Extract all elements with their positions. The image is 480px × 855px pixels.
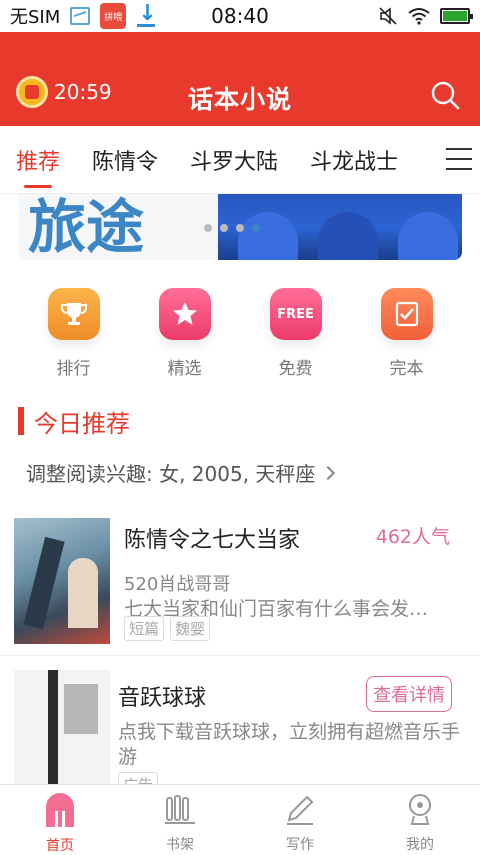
category-featured[interactable]: 精选	[129, 288, 240, 380]
star-icon	[158, 288, 211, 340]
book-popularity: 462人气	[375, 526, 450, 548]
category-label: 排行	[56, 359, 91, 379]
tab-recommend[interactable]: 推荐	[16, 126, 60, 194]
app-header: 20:59 话本小说	[0, 32, 480, 126]
tab-doulongzhanshi[interactable]: 斗龙战士	[310, 126, 398, 194]
home-icon	[42, 791, 78, 827]
nav-home[interactable]: 首页	[0, 785, 120, 854]
battery-level	[443, 11, 467, 21]
status-time: 08:40	[211, 4, 269, 28]
check-doc-icon	[380, 288, 433, 340]
category-completed[interactable]: 完本	[351, 288, 462, 380]
free-badge: FREE	[277, 306, 314, 322]
nav-label: 书架	[166, 837, 194, 853]
app-title: 话本小说	[187, 85, 292, 114]
section-accent-bar	[18, 407, 24, 435]
pager-dot	[236, 224, 244, 232]
quick-categories: 排行 精选 FREE 免费 完本	[0, 288, 480, 380]
pager-dot	[204, 224, 212, 232]
mute-icon	[378, 6, 398, 26]
nav-label: 首页	[46, 838, 74, 854]
ad-title: 音跃球球	[118, 686, 207, 711]
nav-write[interactable]: 写作	[240, 785, 360, 854]
ad-item[interactable]: 音跃球球 查看详情 点我下载音跃球球，立刻拥有超燃音乐手游 广告	[0, 660, 480, 784]
banner-art-left: 旅途	[18, 194, 218, 260]
battery-icon	[440, 8, 473, 24]
book-item[interactable]: 陈情令之七大当家 462人气 520肖战哥哥 七大当家和仙门百家有什么事会发… …	[0, 516, 480, 656]
view-details-button[interactable]: 查看详情	[366, 676, 452, 712]
banner-pager	[204, 224, 260, 232]
bookshelf-icon	[162, 791, 198, 826]
free-tag-icon: FREE	[269, 288, 322, 340]
nav-label: 写作	[286, 837, 314, 853]
ad-description: 点我下载音跃球球，立刻拥有超燃音乐手游	[118, 721, 461, 768]
book-title: 陈情令之七大当家	[124, 528, 301, 553]
user-icon	[402, 791, 438, 826]
book-tags: 短篇 魏婴	[124, 616, 211, 641]
category-label: 完本	[389, 359, 424, 379]
nav-label: 我的	[406, 837, 434, 853]
ad-tags: 广告	[118, 772, 159, 784]
bottom-navigation: 首页 书架 写作 我的	[0, 784, 480, 854]
nav-bookshelf[interactable]: 书架	[120, 785, 240, 854]
book-tag: 魏婴	[170, 616, 211, 641]
chevron-right-icon	[321, 465, 336, 480]
book-cover	[14, 518, 110, 644]
search-icon[interactable]	[430, 80, 460, 110]
book-author: 520肖战哥哥	[124, 574, 231, 595]
ad-cover	[14, 670, 110, 784]
status-bar: 无SIM 拼喂 08:40	[0, 0, 480, 32]
pager-dot	[220, 224, 228, 232]
section-title: 今日推荐	[34, 409, 130, 438]
pager-dot-active	[252, 224, 260, 232]
banner-text: 旅途	[28, 194, 145, 260]
ad-tag: 广告	[118, 772, 159, 784]
trophy-icon	[47, 288, 100, 340]
tab-chenqingling[interactable]: 陈情令	[92, 126, 158, 194]
section-header: 今日推荐	[18, 404, 130, 438]
book-tag: 短篇	[124, 616, 165, 641]
menu-icon[interactable]	[446, 148, 472, 170]
category-label: 免费	[278, 359, 313, 379]
interests-text: 调整阅读兴趣: 女, 2005, 天秤座	[26, 462, 316, 486]
category-tabs: 推荐 陈情令 斗罗大陆 斗龙战士	[0, 126, 480, 194]
category-free[interactable]: FREE 免费	[240, 288, 351, 380]
pen-icon	[282, 791, 318, 826]
tab-douluodalu[interactable]: 斗罗大陆	[190, 126, 278, 194]
category-ranking[interactable]: 排行	[18, 288, 129, 380]
category-label: 精选	[167, 359, 202, 379]
adjust-interests-link[interactable]: 调整阅读兴趣: 女, 2005, 天秤座	[26, 458, 336, 487]
nav-profile[interactable]: 我的	[360, 785, 480, 854]
promo-banner[interactable]: 旅途	[18, 194, 462, 260]
